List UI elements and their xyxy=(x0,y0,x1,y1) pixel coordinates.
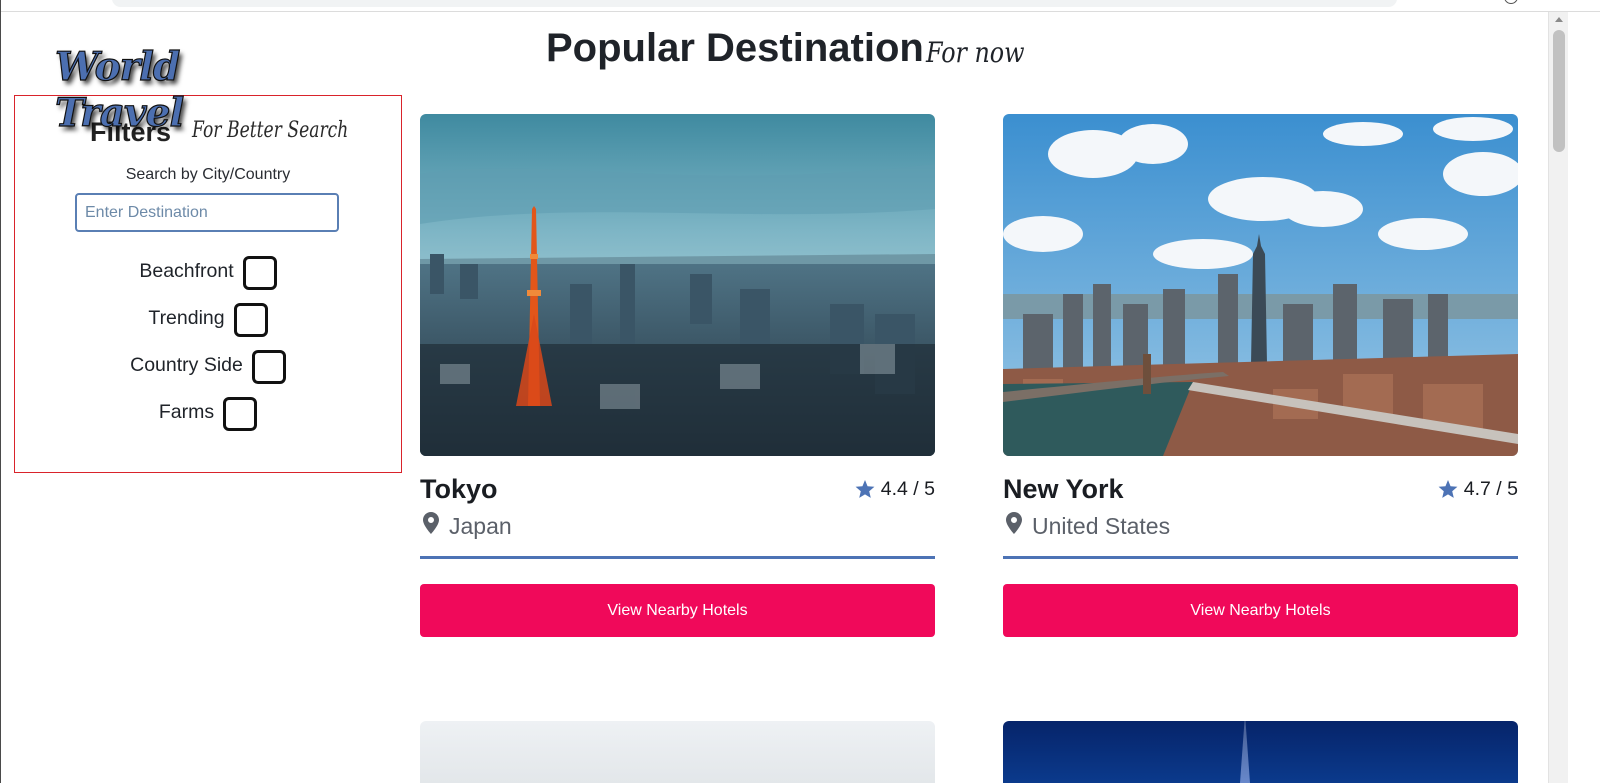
destination-rating: 4.7 / 5 xyxy=(1438,478,1518,501)
filter-option-label: Beachfront xyxy=(139,259,234,282)
destination-title: New York xyxy=(1003,474,1124,504)
filter-option-label: Trending xyxy=(148,306,225,329)
filter-option-label: Country Side xyxy=(130,353,243,376)
destination-country: United States xyxy=(1032,512,1171,539)
destination-card-image[interactable] xyxy=(1003,721,1518,783)
trending-checkbox[interactable] xyxy=(233,303,268,337)
scroll-up-arrow-icon[interactable] xyxy=(1555,17,1563,22)
page-subtitle: For now xyxy=(926,36,1025,69)
destination-location: Japan xyxy=(423,512,512,540)
destination-country: Japan xyxy=(449,512,512,539)
filter-option-trending[interactable]: Trending xyxy=(14,300,402,337)
filter-option-country-side[interactable]: Country Side xyxy=(14,347,402,384)
browser-top-bar xyxy=(0,0,1600,12)
logo-line-2: Travel xyxy=(54,89,185,136)
new-york-skyline-photo[interactable] xyxy=(1003,114,1518,456)
country-side-checkbox[interactable] xyxy=(251,350,286,384)
filter-subheading: For Better Search xyxy=(192,118,349,143)
destination-rating: 4.4 / 5 xyxy=(855,478,935,501)
map-pin-icon xyxy=(1006,512,1022,540)
tower-silhouette xyxy=(1240,721,1250,783)
rating-value: 4.7 / 5 xyxy=(1463,478,1518,500)
tokyo-skyline-photo[interactable] xyxy=(420,114,935,456)
search-label: Search by City/Country xyxy=(125,166,291,183)
rating-value: 4.4 / 5 xyxy=(880,478,935,500)
destination-card-tokyo: Tokyo 4.4 / 5 Japan View Nearby Hotels xyxy=(420,114,935,637)
site-logo[interactable]: World Travel xyxy=(54,43,185,136)
map-pin-icon xyxy=(423,512,439,540)
destination-title: Tokyo xyxy=(420,474,498,504)
farms-checkbox[interactable] xyxy=(223,397,258,431)
address-bar[interactable] xyxy=(112,0,1397,7)
destination-card-new-york: New York 4.7 / 5 United States View Near… xyxy=(1003,114,1518,637)
page-scrollbar[interactable] xyxy=(1548,12,1568,783)
destination-search-input[interactable] xyxy=(75,193,339,232)
view-nearby-hotels-button[interactable]: View Nearby Hotels xyxy=(420,584,935,637)
card-divider xyxy=(1003,556,1518,559)
star-icon xyxy=(855,480,875,499)
page-title: Popular Destination xyxy=(546,26,924,70)
filter-option-farms[interactable]: Farms xyxy=(14,394,402,431)
scrollbar-thumb[interactable] xyxy=(1553,30,1565,152)
profile-icon[interactable] xyxy=(1504,0,1518,4)
destination-location: United States xyxy=(1006,512,1170,540)
view-nearby-hotels-button[interactable]: View Nearby Hotels xyxy=(1003,584,1518,637)
filter-option-label: Farms xyxy=(158,400,215,423)
logo-line-1: World xyxy=(54,43,180,90)
filter-option-beachfront[interactable]: Beachfront xyxy=(14,253,402,290)
star-icon xyxy=(1438,480,1458,499)
destination-card-image[interactable] xyxy=(420,721,935,783)
beachfront-checkbox[interactable] xyxy=(242,256,277,290)
card-divider xyxy=(420,556,935,559)
window-edge xyxy=(0,0,1,783)
